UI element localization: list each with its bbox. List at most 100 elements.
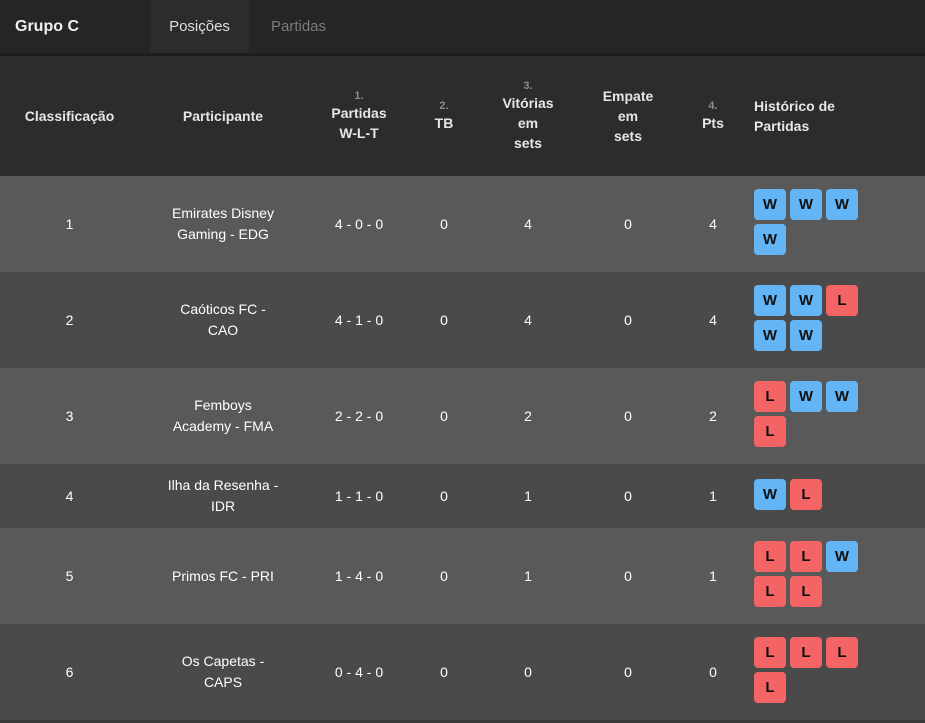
top-bar: Grupo C Posições Partidas	[0, 0, 925, 53]
rank-cell: 5	[65, 567, 74, 584]
match-result-badge[interactable]: L	[754, 637, 786, 668]
table-row[interactable]: 3 Femboys Academy - FMA 2 - 2 - 00202LWWL	[0, 368, 925, 464]
pts-cell: 4	[709, 311, 717, 328]
match-result-badge[interactable]: W	[754, 478, 786, 510]
rank-cell: 3	[65, 407, 74, 424]
sort-priority-label: 4.	[708, 100, 718, 112]
participant-name: Primos FC - PRI	[172, 567, 274, 584]
sort-priority-label: 1.	[354, 90, 364, 102]
record-cell: 4 - 1 - 0	[334, 311, 384, 328]
match-result-badge[interactable]: W	[826, 189, 858, 220]
participant-name: Gaming - EDG	[177, 226, 269, 242]
match-result-badge[interactable]: W	[790, 381, 822, 412]
col-header-history[interactable]: Histórico de Partidas	[749, 56, 925, 176]
pts-cell: 1	[709, 567, 717, 584]
match-history: LLLL	[754, 637, 866, 707]
set-wins-cell: 1	[524, 487, 532, 504]
col-header-label: em	[617, 108, 639, 124]
col-header-label: Partidas	[331, 105, 387, 121]
match-result-badge[interactable]: L	[790, 637, 822, 668]
participant-name: Emirates Disney	[172, 205, 274, 221]
set-wins-cell: 4	[524, 311, 532, 328]
participant-name: CAO	[207, 322, 239, 338]
match-result-badge[interactable]: L	[754, 672, 786, 703]
tab-posicoes[interactable]: Posições	[150, 0, 249, 53]
match-result-badge[interactable]: W	[826, 541, 858, 572]
history-cell: WWLWW	[749, 272, 925, 368]
record-cell: 4 - 0 - 0	[334, 215, 384, 232]
participant-cell[interactable]: Femboys Academy - FMA	[139, 368, 307, 464]
set-wins-cell: 2	[524, 407, 532, 424]
record-cell: 2 - 2 - 0	[334, 407, 384, 424]
match-result-badge[interactable]: W	[790, 285, 822, 316]
participant-name: Academy - FMA	[172, 418, 274, 434]
match-result-badge[interactable]: W	[790, 320, 822, 351]
table-row[interactable]: 4 Ilha da Resenha - IDR 1 - 1 - 0 0 1 0 1 WL	[0, 464, 925, 528]
col-header-rank[interactable]: Classificação	[0, 56, 139, 176]
participant-name: Ilha da Resenha -	[167, 477, 279, 493]
col-header-set-wins[interactable]: 3. Vitórias em sets	[477, 56, 579, 176]
match-result-badge[interactable]: L	[790, 478, 822, 510]
rank-cell: 1	[65, 215, 74, 232]
col-header-label: sets	[613, 128, 643, 144]
participant-name: Femboys	[194, 397, 252, 413]
participant-cell[interactable]: Os Capetas - CAPS	[139, 624, 307, 720]
rank-cell: 6	[65, 663, 74, 680]
col-header-matches[interactable]: 1. Partidas W-L-T	[307, 56, 411, 176]
match-result-badge[interactable]: L	[826, 285, 858, 316]
set-draws-cell: 0	[624, 663, 632, 680]
participant-cell[interactable]: Primos FC - PRI	[139, 528, 307, 624]
rank-cell: 2	[65, 311, 74, 328]
match-result-badge[interactable]: W	[754, 320, 786, 351]
set-wins-cell: 0	[524, 663, 532, 680]
history-cell: WL	[749, 464, 925, 528]
record-cell: 1 - 4 - 0	[334, 567, 384, 584]
table-header-row: Classificação Participante 1. Partidas W…	[0, 56, 925, 176]
tab-partidas[interactable]: Partidas	[249, 0, 348, 53]
match-result-badge[interactable]: L	[790, 576, 822, 607]
set-wins-cell: 4	[524, 215, 532, 232]
group-title: Grupo C	[15, 17, 79, 35]
match-result-badge[interactable]: L	[754, 576, 786, 607]
tb-cell: 0	[440, 663, 448, 680]
table-row[interactable]: 6 Os Capetas - CAPS 0 - 4 - 00000LLLL	[0, 624, 925, 720]
participant-cell[interactable]: Ilha da Resenha - IDR	[139, 464, 307, 528]
rank-cell: 4	[65, 487, 74, 504]
match-history: WWLWW	[754, 285, 866, 355]
table-row[interactable]: 2 Caóticos FC - CAO 4 - 1 - 00404WWLWW	[0, 272, 925, 368]
sort-priority-label: 2.	[439, 100, 449, 112]
table-row[interactable]: 5 Primos FC - PRI 1 - 4 - 00101LLWLL	[0, 528, 925, 624]
participant-name: Os Capetas -	[181, 653, 265, 669]
match-history: LWWL	[754, 381, 866, 451]
record-cell: 1 - 1 - 0	[334, 487, 384, 504]
standings-table: Classificação Participante 1. Partidas W…	[0, 56, 925, 720]
match-result-badge[interactable]: L	[826, 637, 858, 668]
match-result-badge[interactable]: W	[754, 224, 786, 255]
match-result-badge[interactable]: L	[790, 541, 822, 572]
participant-cell[interactable]: Caóticos FC - CAO	[139, 272, 307, 368]
match-result-badge[interactable]: L	[754, 416, 786, 447]
col-header-tb[interactable]: 2. TB	[411, 56, 477, 176]
pts-cell: 0	[709, 663, 717, 680]
col-header-label: Partidas	[754, 118, 810, 134]
col-header-set-draws[interactable]: Empate em sets	[579, 56, 677, 176]
participant-cell[interactable]: Emirates Disney Gaming - EDG	[139, 176, 307, 272]
sort-priority-label: 3.	[523, 80, 533, 92]
match-result-badge[interactable]: W	[754, 189, 786, 220]
col-header-label: em	[517, 115, 539, 131]
set-wins-cell: 1	[524, 567, 532, 584]
table-row[interactable]: 1 Emirates Disney Gaming - EDG 4 - 0 - 0 0 4 0…	[0, 176, 925, 272]
pts-cell: 2	[709, 407, 717, 424]
match-result-badge[interactable]: L	[754, 381, 786, 412]
match-result-badge[interactable]: W	[790, 189, 822, 220]
match-result-badge[interactable]: W	[754, 285, 786, 316]
history-cell: LLLL	[749, 624, 925, 720]
participant-name: IDR	[210, 498, 236, 514]
match-history: WWWW	[754, 189, 866, 259]
match-result-badge[interactable]: W	[826, 381, 858, 412]
match-history: WL	[754, 478, 866, 514]
match-result-badge[interactable]: L	[754, 541, 786, 572]
participant-name: CAPS	[203, 674, 243, 690]
col-header-pts[interactable]: 4. Pts	[677, 56, 749, 176]
col-header-participant[interactable]: Participante	[139, 56, 307, 176]
